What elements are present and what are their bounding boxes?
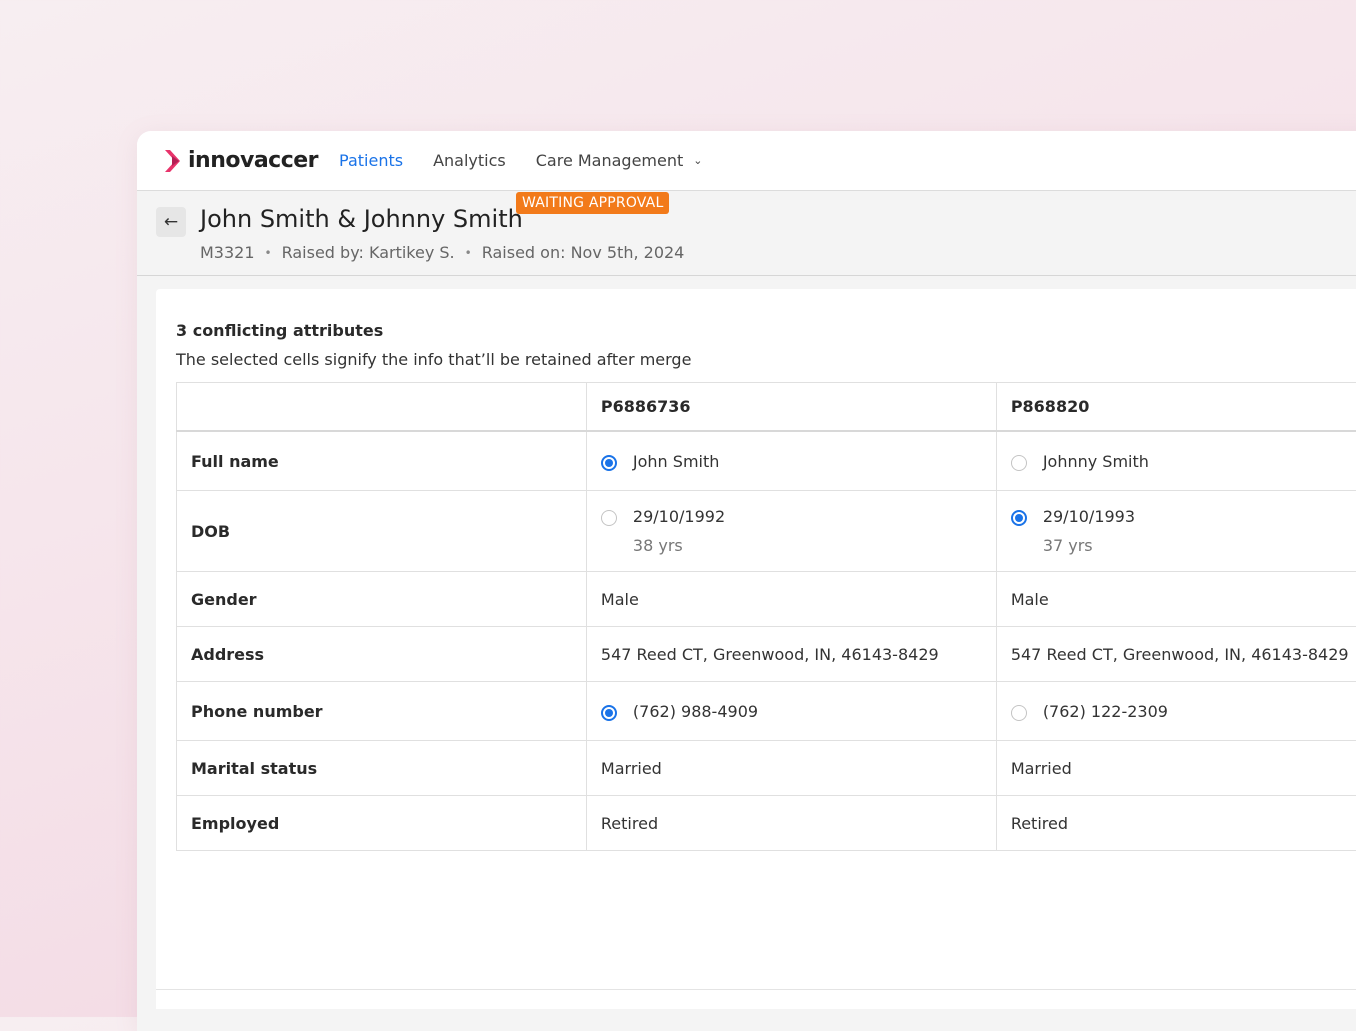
page-title: John Smith & Johnny Smith	[200, 205, 523, 233]
radio-button[interactable]	[1011, 705, 1027, 721]
value-cell-b: Male	[996, 572, 1356, 627]
row-label: Marital status	[177, 741, 587, 796]
value-cell-a: Male	[586, 572, 996, 627]
value-cell-a: Married	[586, 741, 996, 796]
row-label: DOB	[177, 491, 587, 572]
table-row: Full name John Smith Johnny Smith	[177, 431, 1356, 491]
raised-by: Raised by: Kartikey S.	[282, 243, 455, 262]
option-cell-b[interactable]: Johnny Smith	[996, 431, 1356, 491]
innovaccer-logo-icon	[163, 148, 185, 174]
option-value: 29/10/1992	[633, 507, 725, 526]
arrow-left-icon: ←	[164, 212, 178, 232]
option-value: (762) 122-2309	[1043, 702, 1168, 721]
table-row: Phone number (762) 988-4909 (762) 122-23…	[177, 682, 1356, 741]
value-cell-b: 547 Reed CT, Greenwood, IN, 46143-8429	[996, 627, 1356, 682]
radio-button[interactable]	[601, 705, 617, 721]
radio-button[interactable]	[1011, 510, 1027, 526]
raised-on: Raised on: Nov 5th, 2024	[482, 243, 685, 262]
option-cell-a[interactable]: (762) 988-4909	[586, 682, 996, 741]
top-navbar: innovaccer Patients Analytics Care Manag…	[137, 131, 1356, 191]
row-label: Gender	[177, 572, 587, 627]
nav-item-label: Patients	[339, 151, 403, 170]
chevron-down-icon: ⌄	[693, 154, 702, 167]
value-cell-a: 547 Reed CT, Greenwood, IN, 46143-8429	[586, 627, 996, 682]
row-label: Address	[177, 627, 587, 682]
radio-button[interactable]	[1011, 455, 1027, 471]
table-row: Marital status Married Married	[177, 741, 1356, 796]
value-cell-b: Married	[996, 741, 1356, 796]
footer-divider	[156, 989, 1356, 990]
option-value: John Smith	[633, 452, 719, 471]
nav-item-label: Care Management	[536, 151, 684, 170]
option-cell-a[interactable]: 29/10/1992 38 yrs	[586, 491, 996, 572]
merge-content-panel: 3 conflicting attributes The selected ce…	[156, 289, 1356, 1009]
nav-item-patients[interactable]: Patients	[339, 151, 403, 170]
conflict-description: The selected cells signify the info that…	[176, 350, 691, 369]
brand-logo[interactable]: innovaccer	[163, 148, 318, 174]
option-subvalue: 38 yrs	[633, 536, 725, 555]
option-cell-b[interactable]: (762) 122-2309	[996, 682, 1356, 741]
option-value: Johnny Smith	[1043, 452, 1149, 471]
table-row: Address 547 Reed CT, Greenwood, IN, 4614…	[177, 627, 1356, 682]
column-header-attribute	[177, 383, 587, 432]
radio-button[interactable]	[601, 455, 617, 471]
option-value: 29/10/1993	[1043, 507, 1135, 526]
column-header-patient-a: P6886736	[586, 383, 996, 432]
back-button[interactable]: ←	[156, 207, 186, 237]
nav-item-care-management[interactable]: Care Management ⌄	[536, 151, 703, 170]
conflict-count-title: 3 conflicting attributes	[176, 321, 383, 340]
status-badge: WAITING APPROVAL	[516, 192, 669, 214]
separator-dot: •	[265, 246, 272, 260]
nav-item-label: Analytics	[433, 151, 506, 170]
value-cell-b: Retired	[996, 796, 1356, 851]
row-label: Full name	[177, 431, 587, 491]
option-subvalue: 37 yrs	[1043, 536, 1135, 555]
table-row: Gender Male Male	[177, 572, 1356, 627]
app-window: innovaccer Patients Analytics Care Manag…	[137, 131, 1356, 1031]
option-cell-b[interactable]: 29/10/1993 37 yrs	[996, 491, 1356, 572]
row-label: Employed	[177, 796, 587, 851]
column-header-patient-b: P868820	[996, 383, 1356, 432]
table-row: Employed Retired Retired	[177, 796, 1356, 851]
separator-dot: •	[465, 246, 472, 260]
page-header: ← John Smith & Johnny Smith WAITING APPR…	[137, 191, 1356, 276]
table-row: DOB 29/10/1992 38 yrs	[177, 491, 1356, 572]
merge-comparison-table: P6886736 P868820 Full name John Smith	[176, 382, 1356, 851]
request-id: M3321	[200, 243, 255, 262]
row-label: Phone number	[177, 682, 587, 741]
nav-item-analytics[interactable]: Analytics	[433, 151, 506, 170]
option-cell-a[interactable]: John Smith	[586, 431, 996, 491]
radio-button[interactable]	[601, 510, 617, 526]
value-cell-a: Retired	[586, 796, 996, 851]
option-value: (762) 988-4909	[633, 702, 758, 721]
table-header-row: P6886736 P868820	[177, 383, 1356, 432]
logo-text: innovaccer	[188, 148, 318, 173]
request-meta: M3321 • Raised by: Kartikey S. • Raised …	[200, 243, 684, 262]
